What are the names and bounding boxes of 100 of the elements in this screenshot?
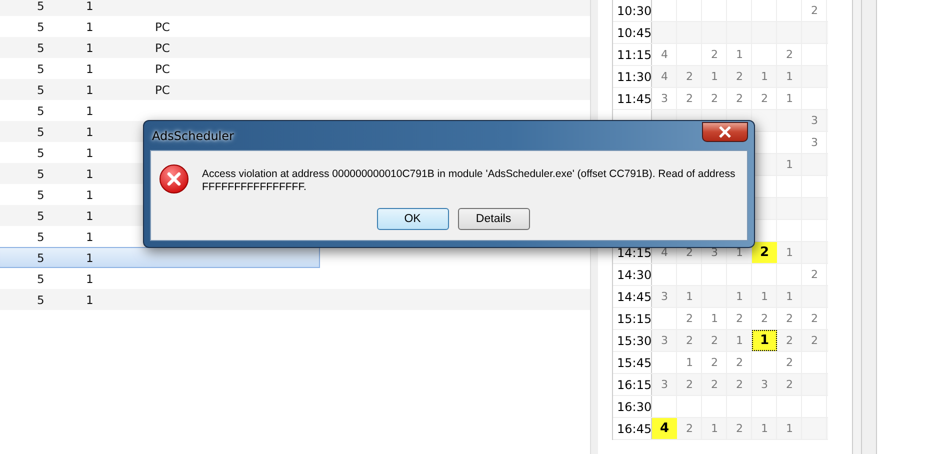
- time-label: 10:30: [617, 4, 652, 18]
- table-cell: 5: [37, 62, 44, 76]
- grid-cell[interactable]: 2: [727, 418, 752, 439]
- grid-cell[interactable]: 1: [677, 352, 702, 373]
- table-cell: 1: [86, 208, 94, 222]
- table-row[interactable]: 5 1: [0, 0, 590, 16]
- grid-cell[interactable]: 1: [752, 66, 777, 87]
- grid-cell[interactable]: 2: [752, 88, 777, 109]
- table-row[interactable]: 5 1 PC: [0, 79, 590, 100]
- grid-cell[interactable]: 2: [677, 418, 702, 439]
- grid-cell[interactable]: 1: [702, 308, 727, 329]
- table-cell: PC: [155, 40, 170, 54]
- grid-cell[interactable]: 3: [802, 132, 827, 153]
- grid-cell[interactable]: 3: [752, 374, 777, 395]
- grid-cell[interactable]: 1: [727, 286, 752, 307]
- table-row[interactable]: 5 1 PC: [0, 16, 590, 37]
- time-label: 11:15: [617, 48, 652, 62]
- dialog-title: AdsScheduler: [151, 128, 234, 142]
- close-icon: [718, 126, 732, 138]
- dialog-button[interactable]: OK: [376, 208, 448, 230]
- table-row[interactable]: 5 1: [0, 247, 320, 268]
- grid-cell[interactable]: 1: [752, 286, 777, 307]
- table-cell: 1: [86, 292, 94, 306]
- grid-cell[interactable]: 2: [677, 374, 702, 395]
- grid-cell[interactable]: 2: [727, 374, 752, 395]
- grid-cell[interactable]: 3: [652, 88, 677, 109]
- grid-cell[interactable]: 2: [777, 352, 802, 373]
- grid-cell[interactable]: 3: [802, 110, 827, 131]
- grid-cell[interactable]: 1: [777, 418, 802, 439]
- table-cell: 5: [37, 40, 44, 54]
- grid-cell[interactable]: 1: [702, 418, 727, 439]
- grid-cell[interactable]: 1: [752, 418, 777, 439]
- grid-cell[interactable]: 2: [702, 44, 727, 65]
- table-row[interactable]: 5 1: [0, 100, 590, 121]
- table-cell: 5: [37, 0, 44, 12]
- grid-cell[interactable]: 2: [702, 352, 727, 373]
- table-cell: PC: [155, 20, 170, 34]
- grid-cell[interactable]: 2: [727, 308, 752, 329]
- table-cell: 5: [37, 82, 44, 96]
- grid-cell[interactable]: 1: [727, 330, 752, 351]
- grid-cell[interactable]: 3: [652, 330, 677, 351]
- table-cell: PC: [155, 82, 170, 96]
- table-cell: 1: [86, 40, 94, 54]
- grid-cell[interactable]: 4: [652, 66, 677, 87]
- grid-cell[interactable]: 2: [777, 308, 802, 329]
- table-row[interactable]: 5 1: [0, 268, 590, 289]
- grid-cell[interactable]: 2: [702, 330, 727, 351]
- grid-cell[interactable]: 2: [702, 88, 727, 109]
- grid-cell[interactable]: 2: [777, 330, 802, 351]
- grid-cell[interactable]: 2: [727, 66, 752, 87]
- grid-cell[interactable]: 1: [702, 66, 727, 87]
- table-cell: 1: [86, 272, 94, 286]
- grid-cell[interactable]: 2: [702, 374, 727, 395]
- error-message: Access violation at address 000000000010C791B in module 'AdsScheduler.exe' (offset CC791B). Read of address FFFFFFFFFFFFFFFF.: [202, 167, 736, 194]
- table-row[interactable]: 5 1: [0, 289, 590, 310]
- table-cell: 5: [37, 250, 44, 264]
- table-cell: 5: [37, 272, 44, 286]
- grid-cell[interactable]: 3: [652, 374, 677, 395]
- time-label: 15:30: [617, 334, 652, 348]
- time-label: 15:15: [617, 312, 652, 326]
- grid-cell[interactable]: 2: [777, 44, 802, 65]
- grid-cell[interactable]: 2: [802, 0, 827, 21]
- time-label: 14:45: [617, 290, 652, 304]
- grid-cell[interactable]: 1: [777, 242, 802, 263]
- grid-cell[interactable]: 1: [727, 44, 752, 65]
- table-cell: 5: [37, 208, 44, 222]
- grid-cell[interactable]: 1: [777, 154, 802, 175]
- dialog-button[interactable]: Details: [458, 208, 530, 230]
- grid-cell[interactable]: 1: [777, 286, 802, 307]
- grid-cell[interactable]: 2: [802, 330, 827, 351]
- close-button[interactable]: [702, 122, 748, 142]
- grid-cell[interactable]: 3: [652, 286, 677, 307]
- grid-cell[interactable]: 1: [677, 286, 702, 307]
- table-cell: 1: [86, 82, 94, 96]
- time-label: 14:30: [617, 268, 652, 282]
- grid-cell[interactable]: 2: [677, 330, 702, 351]
- time-label: 15:45: [617, 356, 652, 370]
- grid-cell[interactable]: 2: [802, 264, 827, 285]
- grid-cell[interactable]: 2: [802, 308, 827, 329]
- table-cell: 1: [86, 104, 94, 118]
- table-cell: 5: [37, 230, 44, 244]
- time-label: 10:45: [617, 26, 652, 40]
- grid-cell[interactable]: 2: [727, 352, 752, 373]
- grid-cell[interactable]: 1: [777, 88, 802, 109]
- grid-cell[interactable]: 4: [652, 418, 677, 439]
- grid-cell[interactable]: 2: [677, 66, 702, 87]
- grid-cell[interactable]: 2: [752, 242, 777, 263]
- table-row[interactable]: 5 1 PC: [0, 37, 590, 58]
- table-cell: 1: [86, 0, 94, 12]
- grid-cell[interactable]: 2: [677, 88, 702, 109]
- grid-cell[interactable]: 2: [777, 374, 802, 395]
- grid-cell[interactable]: 1: [752, 330, 777, 351]
- grid-cell[interactable]: 2: [677, 308, 702, 329]
- grid-cell[interactable]: 2: [727, 88, 752, 109]
- grid-cell[interactable]: 1: [777, 66, 802, 87]
- table-cell: 5: [37, 104, 44, 118]
- grid-cell[interactable]: 4: [652, 44, 677, 65]
- grid-cell[interactable]: 2: [752, 308, 777, 329]
- table-cell: 1: [86, 230, 94, 244]
- table-row[interactable]: 5 1 PC: [0, 58, 590, 79]
